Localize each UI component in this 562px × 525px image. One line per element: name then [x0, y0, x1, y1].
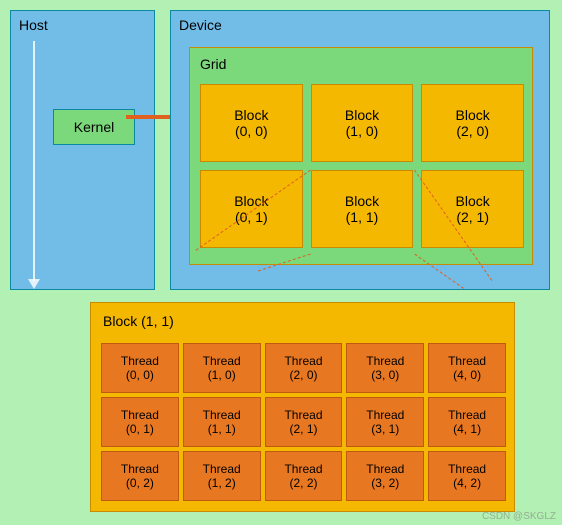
thread-cell: Thread(2, 1) [265, 397, 343, 447]
thread-coord: (3, 2) [371, 476, 399, 490]
thread-label: Thread [203, 354, 241, 368]
kernel-label: Kernel [74, 119, 114, 135]
kernel-box: Kernel [53, 109, 135, 145]
thread-coord: (0, 0) [126, 368, 154, 382]
thread-label: Thread [448, 462, 486, 476]
thread-coord: (2, 1) [289, 422, 317, 436]
thread-label: Thread [203, 462, 241, 476]
block-label: Block [456, 107, 490, 123]
thread-cell: Thread(2, 0) [265, 343, 343, 393]
thread-coord: (1, 0) [208, 368, 236, 382]
thread-cell: Thread(1, 1) [183, 397, 261, 447]
thread-label: Thread [284, 462, 322, 476]
block-cell: Block(0, 0) [200, 84, 303, 162]
thread-coord: (2, 2) [289, 476, 317, 490]
thread-cell: Thread(3, 1) [346, 397, 424, 447]
block-cell: Block(2, 1) [421, 170, 524, 248]
grid-title: Grid [200, 56, 226, 72]
device-title: Device [179, 17, 222, 33]
blocks-container: Block(0, 0) Block(1, 0) Block(2, 0) Bloc… [200, 84, 524, 248]
block-coord: (2, 0) [456, 123, 489, 139]
block-coord: (1, 0) [346, 123, 379, 139]
thread-label: Thread [366, 354, 404, 368]
thread-coord: (4, 2) [453, 476, 481, 490]
threads-container: Thread(0, 0) Thread(1, 0) Thread(2, 0) T… [101, 343, 506, 501]
thread-label: Thread [448, 408, 486, 422]
host-panel: Host Kernel [10, 10, 155, 290]
block-coord: (0, 0) [235, 123, 268, 139]
host-title: Host [19, 17, 48, 33]
thread-label: Thread [121, 462, 159, 476]
thread-cell: Thread(1, 2) [183, 451, 261, 501]
timeline-arrow-icon [33, 41, 35, 281]
thread-label: Thread [203, 408, 241, 422]
block-coord: (2, 1) [456, 209, 489, 225]
thread-coord: (4, 0) [453, 368, 481, 382]
thread-coord: (3, 0) [371, 368, 399, 382]
thread-coord: (3, 1) [371, 422, 399, 436]
thread-coord: (0, 1) [126, 422, 154, 436]
thread-coord: (4, 1) [453, 422, 481, 436]
thread-coord: (1, 2) [208, 476, 236, 490]
thread-cell: Thread(4, 1) [428, 397, 506, 447]
block-detail-title: Block (1, 1) [103, 313, 174, 329]
block-cell: Block(1, 1) [311, 170, 414, 248]
thread-cell: Thread(0, 0) [101, 343, 179, 393]
grid-box: Grid Block(0, 0) Block(1, 0) Block(2, 0)… [189, 47, 533, 265]
thread-cell: Thread(0, 2) [101, 451, 179, 501]
thread-label: Thread [121, 354, 159, 368]
thread-cell: Thread(2, 2) [265, 451, 343, 501]
block-label: Block [345, 107, 379, 123]
block-label: Block [234, 107, 268, 123]
thread-label: Thread [284, 354, 322, 368]
thread-label: Thread [448, 354, 486, 368]
block-label: Block [456, 193, 490, 209]
thread-label: Thread [366, 408, 404, 422]
watermark-text: CSDN @SKGLZ [482, 511, 556, 522]
block-detail-panel: Block (1, 1) Thread(0, 0) Thread(1, 0) T… [90, 302, 515, 512]
thread-label: Thread [284, 408, 322, 422]
block-cell: Block(1, 0) [311, 84, 414, 162]
thread-cell: Thread(3, 0) [346, 343, 424, 393]
thread-cell: Thread(3, 2) [346, 451, 424, 501]
thread-cell: Thread(4, 2) [428, 451, 506, 501]
thread-coord: (0, 2) [126, 476, 154, 490]
block-coord: (1, 1) [346, 209, 379, 225]
thread-label: Thread [121, 408, 159, 422]
block-label: Block [345, 193, 379, 209]
thread-cell: Thread(1, 0) [183, 343, 261, 393]
thread-label: Thread [366, 462, 404, 476]
thread-coord: (2, 0) [289, 368, 317, 382]
device-panel: Device Grid Block(0, 0) Block(1, 0) Bloc… [170, 10, 550, 290]
block-cell: Block(2, 0) [421, 84, 524, 162]
thread-cell: Thread(0, 1) [101, 397, 179, 447]
thread-cell: Thread(4, 0) [428, 343, 506, 393]
thread-coord: (1, 1) [208, 422, 236, 436]
